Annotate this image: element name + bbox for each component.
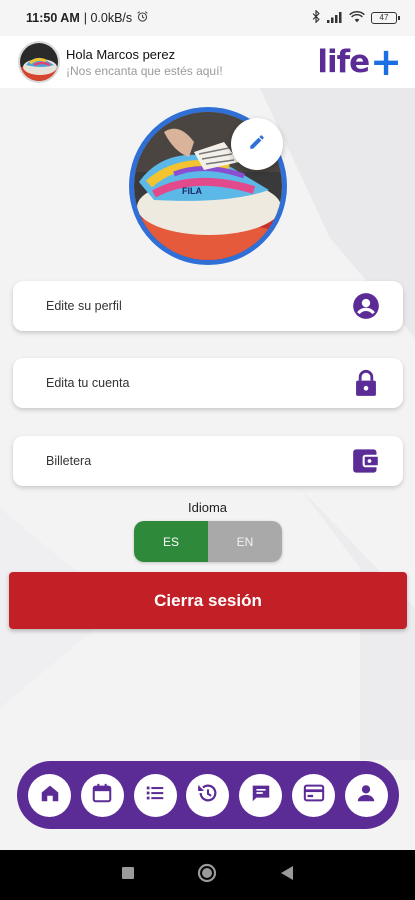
profile-icon [355, 782, 377, 809]
app-header: Hola Marcos perez ¡Nos encanta que estés… [0, 36, 415, 88]
recents-icon[interactable] [121, 866, 135, 885]
pencil-icon [248, 133, 266, 156]
wallet-button[interactable]: Billetera [13, 436, 403, 486]
calendar-icon [91, 782, 113, 809]
language-toggle: ES EN [134, 521, 282, 562]
alarm-icon [136, 10, 149, 26]
greeting-subtitle: ¡Nos encanta que estés aquí! [66, 63, 223, 78]
language-option-en[interactable]: EN [208, 521, 282, 562]
language-label: Idioma [187, 500, 228, 515]
wallet-icon [351, 446, 381, 476]
logout-button[interactable]: Cierra sesión [9, 572, 407, 629]
edit-account-button[interactable]: Edita tu cuenta [13, 358, 403, 408]
svg-text:FILA: FILA [182, 186, 202, 196]
chat-icon [250, 782, 272, 809]
signal-icon [327, 11, 343, 26]
status-network-speed: | 0.0kB/s [83, 11, 133, 25]
system-navigation-bar [0, 850, 415, 900]
nav-list-button[interactable] [133, 773, 177, 817]
nav-profile-button[interactable] [344, 773, 388, 817]
bluetooth-icon [311, 9, 321, 26]
status-time: 11:50 AM [26, 11, 80, 25]
wifi-icon [349, 10, 365, 26]
avatar[interactable] [18, 41, 60, 83]
bottom-navigation [17, 761, 399, 829]
nav-history-button[interactable] [186, 773, 230, 817]
home-system-icon[interactable] [197, 863, 217, 888]
list-icon [144, 782, 166, 809]
language-option-es[interactable]: ES [134, 521, 208, 562]
nav-card-button[interactable] [292, 773, 336, 817]
history-icon [197, 782, 219, 809]
account-circle-icon [351, 291, 381, 321]
status-bar: 11:50 AM | 0.0kB/s 47 [0, 0, 415, 36]
greeting-name: Hola Marcos perez [66, 46, 176, 62]
edit-account-label: Edita tu cuenta [46, 376, 130, 390]
battery-icon: 47 [371, 12, 400, 24]
nav-chat-button[interactable] [239, 773, 283, 817]
edit-photo-button[interactable] [231, 118, 283, 170]
nav-home-button[interactable] [28, 773, 71, 817]
wallet-label: Billetera [46, 454, 92, 468]
lock-icon [351, 368, 381, 398]
card-icon [303, 782, 325, 809]
brand-logo: life + [317, 40, 402, 84]
nav-calendar-button[interactable] [80, 773, 124, 817]
home-icon [39, 782, 61, 809]
back-icon[interactable] [280, 865, 294, 886]
edit-profile-label: Edite su perfil [46, 299, 122, 313]
edit-profile-button[interactable]: Edite su perfil [13, 281, 403, 331]
